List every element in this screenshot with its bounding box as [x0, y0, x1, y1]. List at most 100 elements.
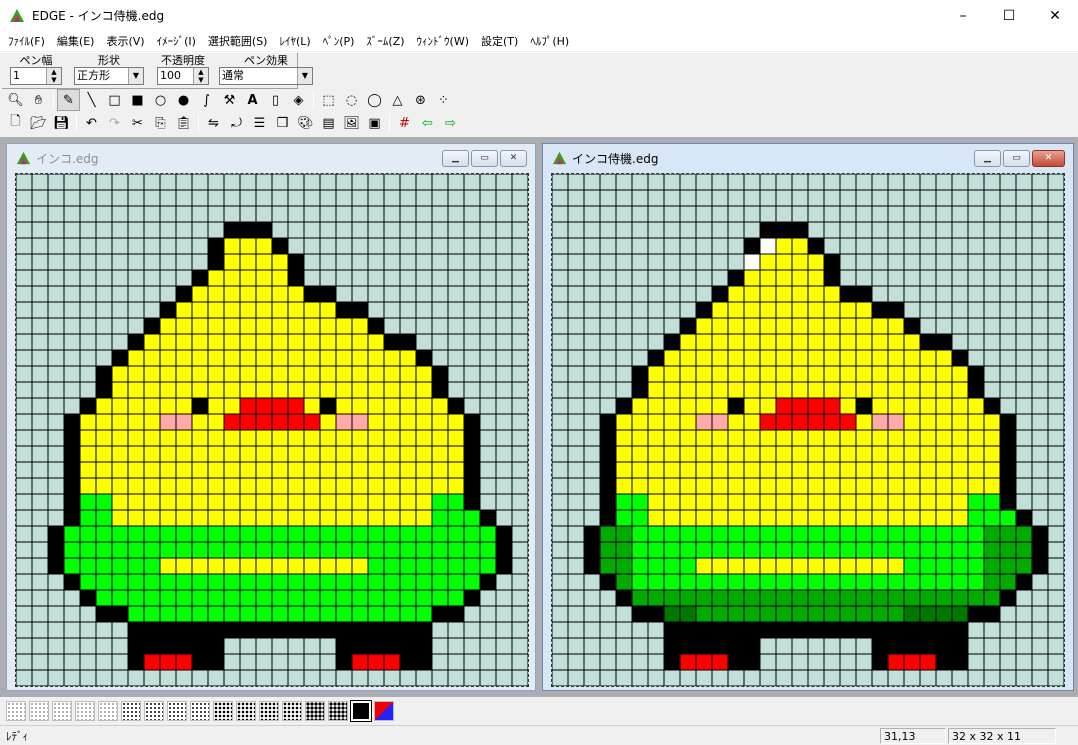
- color-swap-icon[interactable]: [374, 701, 394, 721]
- maximize-button[interactable]: ☐: [986, 0, 1032, 31]
- chevron-down-icon[interactable]: ▼: [297, 68, 312, 84]
- pixel: [368, 398, 384, 414]
- pattern-swatch[interactable]: [190, 701, 210, 721]
- pixel: [64, 574, 80, 590]
- flip-icon[interactable]: ⇋: [202, 112, 225, 134]
- pattern-swatch[interactable]: [144, 701, 164, 721]
- line-tool-icon[interactable]: ╲: [80, 89, 103, 111]
- menu-view[interactable]: 表示(V): [100, 33, 150, 49]
- pattern-swatch[interactable]: [259, 701, 279, 721]
- pattern-swatch[interactable]: [328, 701, 348, 721]
- pattern-swatch[interactable]: [75, 701, 95, 721]
- undo-icon[interactable]: ↶: [80, 112, 103, 134]
- clipboard-tool-icon[interactable]: ▯: [264, 89, 287, 111]
- document-window-inko-taiki[interactable]: インコ侍機.edg ▁ ▭ ✕: [542, 143, 1074, 691]
- layers-icon[interactable]: ❒: [271, 112, 294, 134]
- frame-icon[interactable]: ▣: [363, 112, 386, 134]
- pixel: [904, 366, 920, 382]
- menu-image[interactable]: ｲﾒｰｼﾞ(I): [151, 33, 202, 49]
- minimize-button[interactable]: –: [940, 0, 986, 31]
- new-file-icon[interactable]: 🗋: [4, 112, 27, 134]
- document-window-inko[interactable]: インコ.edg ▁ ▭ ✕: [6, 143, 536, 691]
- pixel: [448, 606, 464, 622]
- pen-width-spinner[interactable]: ▲ ▼: [46, 68, 61, 84]
- doc-restore-button[interactable]: ▭: [1003, 150, 1030, 167]
- menu-file[interactable]: ﾌｧｲﾙ(F): [2, 33, 51, 49]
- pixel: [240, 286, 256, 302]
- horizontal-lines-icon[interactable]: ☰: [248, 112, 271, 134]
- pixel: [400, 654, 416, 670]
- doc-close-button[interactable]: ✕: [1032, 150, 1065, 167]
- pattern-swatch[interactable]: [98, 701, 118, 721]
- pixel: [400, 542, 416, 558]
- pattern-swatch[interactable]: [167, 701, 187, 721]
- pen-tool-icon[interactable]: ✎: [57, 89, 80, 111]
- pattern-swatch[interactable]: [29, 701, 49, 721]
- save-icon[interactable]: 💾︎: [50, 112, 73, 134]
- pixel: [968, 590, 984, 606]
- pixel: [760, 414, 776, 430]
- film-icon[interactable]: ▤: [317, 112, 340, 134]
- pixel: [336, 574, 352, 590]
- chevron-down-icon[interactable]: ▼: [128, 68, 143, 84]
- pen-width-input[interactable]: 1 ▲ ▼: [10, 67, 62, 85]
- pattern-swatch[interactable]: [121, 701, 141, 721]
- pattern-swatch[interactable]: [350, 700, 372, 722]
- filled-ellipse-tool-icon[interactable]: ●: [172, 89, 195, 111]
- pattern-swatch[interactable]: [52, 701, 72, 721]
- doc-restore-button[interactable]: ▭: [471, 150, 498, 167]
- ellipse-tool-icon[interactable]: ○: [149, 89, 172, 111]
- grid-toggle-icon[interactable]: #: [393, 112, 416, 134]
- filled-rectangle-tool-icon[interactable]: ■: [126, 89, 149, 111]
- ellipse-select-icon[interactable]: ◌: [340, 89, 363, 111]
- menu-edit[interactable]: 編集(E): [51, 33, 101, 49]
- menu-zoom[interactable]: ｽﾞｰﾑ(Z): [360, 33, 410, 49]
- doc-close-button[interactable]: ✕: [500, 150, 527, 167]
- arrow-right-icon[interactable]: ⇨: [439, 112, 462, 134]
- arrow-left-icon[interactable]: ⇦: [416, 112, 439, 134]
- shape-select[interactable]: 正方形 ▼: [74, 67, 144, 85]
- opacity-spinner[interactable]: ▲ ▼: [193, 68, 208, 84]
- pen-effect-select[interactable]: 通常 ▼: [219, 67, 313, 85]
- menu-layer[interactable]: ﾚｲﾔ(L): [273, 33, 316, 49]
- menu-help[interactable]: ﾍﾙﾌﾟ(H): [524, 33, 575, 49]
- menu-window[interactable]: ｳｨﾝﾄﾞｳ(W): [411, 33, 475, 49]
- fill-bucket-icon[interactable]: ◈: [287, 89, 310, 111]
- pixel-canvas[interactable]: [16, 174, 528, 686]
- rect-select-icon[interactable]: ⬚: [317, 89, 340, 111]
- text-tool-icon[interactable]: A: [241, 89, 264, 111]
- redo-icon[interactable]: ↷: [103, 112, 126, 134]
- rectangle-tool-icon[interactable]: □: [103, 89, 126, 111]
- pattern-swatch[interactable]: [305, 701, 325, 721]
- opacity-input[interactable]: 100 ▲ ▼: [157, 67, 209, 85]
- pattern-swatch[interactable]: [6, 701, 26, 721]
- pixel: [144, 638, 160, 654]
- menu-pen[interactable]: ﾍﾟﾝ(P): [317, 33, 361, 49]
- grid-select-icon[interactable]: ⁘: [432, 89, 455, 111]
- rotate-icon[interactable]: ⤾: [225, 112, 248, 134]
- palette-icon[interactable]: 🎨︎: [294, 112, 317, 134]
- doc-minimize-button[interactable]: ▁: [442, 150, 469, 167]
- pixel: [224, 334, 240, 350]
- pattern-swatch[interactable]: [282, 701, 302, 721]
- curve-tool-icon[interactable]: ∫: [195, 89, 218, 111]
- doc-minimize-button[interactable]: ▁: [974, 150, 1001, 167]
- hammer-tool-icon[interactable]: ⚒: [218, 89, 241, 111]
- pattern-swatch[interactable]: [236, 701, 256, 721]
- close-button[interactable]: ✕: [1032, 0, 1078, 31]
- menu-settings[interactable]: 設定(T): [475, 33, 524, 49]
- menu-selection[interactable]: 選択範囲(S): [202, 33, 274, 49]
- magic-wand-icon[interactable]: ⊛: [409, 89, 432, 111]
- lasso-select-icon[interactable]: ◯: [363, 89, 386, 111]
- pattern-swatch[interactable]: [213, 701, 233, 721]
- picture-icon[interactable]: 🖼︎: [340, 112, 363, 134]
- paste-icon[interactable]: 📋︎: [172, 112, 195, 134]
- open-folder-icon[interactable]: 📂︎: [27, 112, 50, 134]
- cut-icon[interactable]: ✂: [126, 112, 149, 134]
- copy-icon[interactable]: ⎘: [149, 112, 172, 134]
- hand-tool-icon[interactable]: ✋︎: [27, 89, 50, 111]
- pixel-canvas[interactable]: [552, 174, 1064, 686]
- pixel: [872, 318, 888, 334]
- polygon-select-icon[interactable]: △: [386, 89, 409, 111]
- zoom-tool-icon[interactable]: 🔍︎: [4, 89, 27, 111]
